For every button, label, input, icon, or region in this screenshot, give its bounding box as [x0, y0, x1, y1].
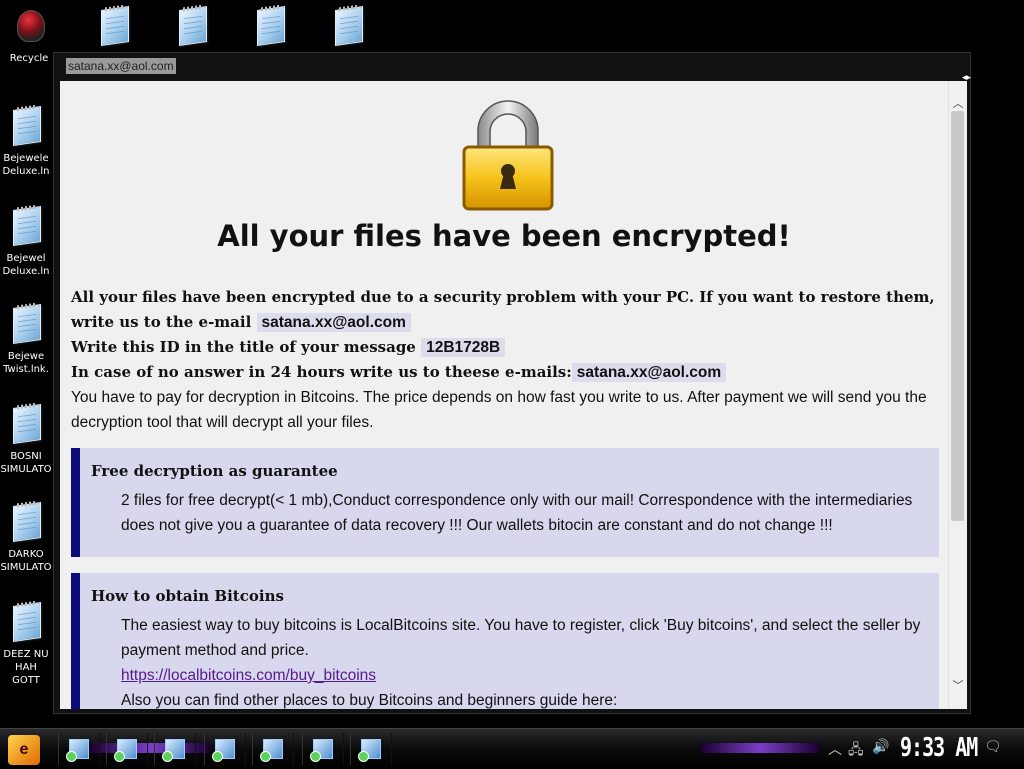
taskbar-app-1[interactable]	[58, 733, 100, 765]
network-icon[interactable]: 🖧	[848, 739, 864, 763]
taskbar-app-4[interactable]	[204, 733, 246, 765]
victim-id: 12B1728B	[421, 338, 506, 357]
app-icon	[66, 739, 89, 762]
notepad-icon	[331, 6, 365, 46]
desktop-icon-label: BOSNI SIMULATO	[0, 451, 52, 475]
notepad-icon	[9, 602, 43, 642]
clock[interactable]: 9:33 AM	[900, 731, 978, 762]
desktop-icon-darko-simulator[interactable]: DARKO SIMULATO	[0, 502, 52, 574]
action-center-icon[interactable]: 🗨	[984, 739, 1002, 755]
desktop-icon-notepad-1[interactable]	[88, 6, 140, 52]
backup-contact-paragraph: In case of no answer in 24 hours write u…	[71, 360, 941, 385]
start-orb-icon: e	[19, 741, 29, 758]
localbitcoins-link[interactable]: https://localbitcoins.com/buy_bitcoins	[121, 667, 376, 684]
recycle-bin-icon	[12, 6, 46, 46]
scrollbar-thumb[interactable]	[951, 111, 964, 521]
app-icon	[310, 739, 333, 762]
id-paragraph: Write this ID in the title of your messa…	[71, 335, 941, 360]
start-button[interactable]: e	[8, 735, 40, 765]
contact-email: satana.xx@aol.com	[256, 313, 411, 332]
desktop-icon-bejeweled-twist[interactable]: Bejewe Twist.lnk.	[0, 304, 52, 376]
headline: All your files have been encrypted!	[217, 219, 791, 253]
app-icon	[162, 739, 185, 762]
backup-contact-text: In case of no answer in 24 hours write u…	[71, 363, 572, 381]
desktop-icon-notepad-2[interactable]	[166, 6, 218, 52]
desktop-icon-label: Recycle	[9, 53, 49, 64]
taskbar: e ︿ 🖧 🔊 9:33 AM 🗨	[0, 728, 1024, 769]
taskbar-app-3[interactable]	[154, 733, 196, 765]
taskbar-app-5[interactable]	[252, 733, 294, 765]
obtain-bitcoins-body: The easiest way to buy bitcoins is Local…	[121, 613, 939, 709]
desktop-icon-label: DEEZ NU HAH GOTT	[3, 649, 49, 686]
contact-paragraph: All your files have been encrypted due t…	[71, 285, 941, 335]
desktop-icon-notepad-3[interactable]	[244, 6, 296, 52]
note-content: All your files have been encrypted! All …	[60, 81, 948, 709]
desktop-icon-deez-nuts[interactable]: DEEZ NU HAH GOTT	[0, 602, 52, 687]
scroll-down-icon[interactable]: ﹀	[951, 679, 965, 693]
id-instruction-text: Write this ID in the title of your messa…	[71, 338, 416, 356]
window-title: satana.xx@aol.com	[66, 58, 176, 74]
padlock-icon	[462, 100, 554, 211]
taskbar-app-7[interactable]	[350, 733, 392, 765]
app-icon	[358, 739, 381, 762]
contact-text: All your files have been encrypted due t…	[71, 288, 935, 331]
taskbar-app-6[interactable]	[302, 733, 344, 765]
desktop-icon-bejeweled-deluxe[interactable]: Bejewele Deluxe.ln	[0, 106, 52, 178]
taskbar-app-2[interactable]	[106, 733, 148, 765]
notepad-icon	[9, 404, 43, 444]
ransom-note-window: satana.xx@aol.com ◂▸ All your files have…	[53, 52, 971, 714]
volume-icon[interactable]: 🔊	[872, 739, 889, 755]
obtain-bitcoins-title: How to obtain Bitcoins	[91, 587, 284, 605]
notepad-icon	[9, 304, 43, 344]
backup-email: satana.xx@aol.com	[571, 363, 727, 382]
desktop-icon-bejeweled-deluxe-2[interactable]: Bejewel Deluxe.ln	[0, 206, 52, 278]
desktop-icon-label: Bejewel Deluxe.ln	[2, 253, 50, 277]
obtain-bitcoins-text: The easiest way to buy bitcoins is Local…	[121, 617, 921, 659]
notepad-icon	[9, 206, 43, 246]
app-icon	[114, 739, 137, 762]
notepad-icon	[9, 502, 43, 542]
desktop-icon-label: DARKO SIMULATO	[0, 549, 52, 573]
scroll-up-icon[interactable]: ︿	[951, 97, 965, 111]
notepad-icon	[175, 6, 209, 46]
free-decryption-box: Free decryption as guarantee 2 files for…	[71, 448, 939, 557]
notepad-icon	[253, 6, 287, 46]
obtain-bitcoins-text-2: Also you can find other places to buy Bi…	[121, 692, 618, 709]
notepad-icon	[260, 739, 283, 762]
desktop-icon-notepad-4[interactable]	[322, 6, 374, 52]
desktop-icon-bosnia-simulator[interactable]: BOSNI SIMULATO	[0, 404, 52, 476]
notepad-icon	[9, 106, 43, 146]
desktop-icon-label: Bejewe Twist.lnk.	[3, 351, 49, 375]
free-decryption-body: 2 files for free decrypt(< 1 mb),Conduct…	[121, 492, 913, 534]
vertical-scrollbar[interactable]: ︿ ﹀	[948, 81, 967, 709]
notepad-icon	[97, 6, 131, 46]
desktop-icon-label: Bejewele Deluxe.ln	[2, 153, 50, 177]
up-arrow-icon[interactable]: ︿	[828, 739, 842, 759]
free-decryption-title: Free decryption as guarantee	[91, 462, 338, 480]
obtain-bitcoins-box: How to obtain Bitcoins The easiest way t…	[71, 573, 939, 709]
payment-paragraph: You have to pay for decryption in Bitcoi…	[71, 389, 927, 431]
app-icon	[212, 739, 235, 762]
taskbar-accent-right	[700, 743, 820, 753]
desktop-icon-recycle[interactable]: Recycle	[3, 6, 55, 65]
